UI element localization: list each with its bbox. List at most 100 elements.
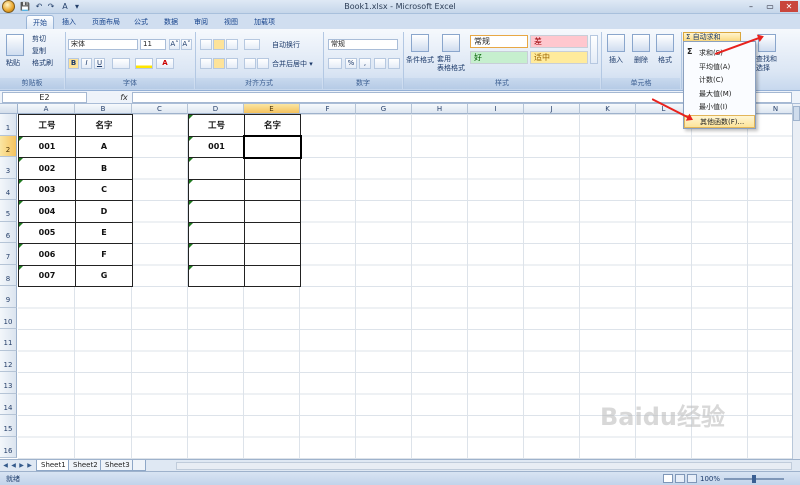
- table-cell[interactable]: 001: [188, 135, 245, 158]
- bold-button[interactable]: B: [68, 58, 79, 69]
- sheet-tab-2[interactable]: Sheet2: [68, 460, 103, 471]
- table-cell[interactable]: G: [75, 264, 133, 287]
- table-cell[interactable]: B: [75, 157, 133, 180]
- orientation-icon[interactable]: [244, 39, 260, 50]
- table-cell[interactable]: 002: [18, 157, 76, 180]
- table-header-cell[interactable]: 工号: [18, 114, 76, 137]
- autosum-menu-item-2[interactable]: 计数(C): [684, 74, 755, 87]
- table-cell[interactable]: 004: [18, 200, 76, 223]
- autosum-menu-item-3[interactable]: 最大值(M): [684, 88, 755, 101]
- number-format-select[interactable]: 常规: [328, 39, 398, 50]
- format-table-icon[interactable]: [442, 34, 460, 52]
- minimize-button[interactable]: –: [742, 1, 760, 12]
- table-header-cell[interactable]: 工号: [188, 114, 245, 137]
- align-left-icon[interactable]: [200, 58, 212, 69]
- tab-home[interactable]: 开始: [26, 15, 54, 29]
- align-bottom-icon[interactable]: [226, 39, 238, 50]
- column-header-b[interactable]: B: [75, 104, 132, 114]
- row-header-8[interactable]: 8: [0, 264, 17, 286]
- table-cell[interactable]: C: [75, 178, 133, 201]
- autosum-menu-item-0[interactable]: 求和(S): [684, 47, 755, 60]
- copy-button[interactable]: 复制: [32, 46, 46, 56]
- row-header-14[interactable]: 14: [0, 393, 17, 415]
- table-cell[interactable]: F: [75, 243, 133, 266]
- select-all-button[interactable]: [0, 104, 18, 114]
- delete-cells-button[interactable]: 删除: [634, 55, 648, 65]
- sheet-tab-1[interactable]: Sheet1: [36, 460, 71, 471]
- page-layout-view-icon[interactable]: [675, 474, 685, 483]
- row-header-5[interactable]: 5: [0, 200, 17, 222]
- tab-view[interactable]: 视图: [218, 15, 244, 29]
- table-header-cell[interactable]: 名字: [75, 114, 133, 137]
- paste-icon[interactable]: [6, 34, 24, 56]
- row-header-7[interactable]: 7: [0, 243, 17, 265]
- row-header-10[interactable]: 10: [0, 307, 17, 329]
- underline-button[interactable]: U: [94, 58, 105, 69]
- format-cells-button[interactable]: 格式: [658, 55, 672, 65]
- align-top-icon[interactable]: [200, 39, 212, 50]
- name-box[interactable]: E2: [2, 92, 87, 103]
- font-name-select[interactable]: 宋体: [68, 39, 138, 50]
- decrease-decimal-icon[interactable]: [388, 58, 400, 69]
- close-button[interactable]: ✕: [780, 1, 798, 12]
- align-center-icon[interactable]: [213, 58, 225, 69]
- table-cell[interactable]: [244, 264, 301, 287]
- comma-button[interactable]: ,: [359, 58, 371, 69]
- table-cell[interactable]: [188, 264, 245, 287]
- increase-indent-icon[interactable]: [257, 58, 269, 69]
- table-cell[interactable]: [188, 243, 245, 266]
- table-cell[interactable]: D: [75, 200, 133, 223]
- row-header-15[interactable]: 15: [0, 415, 17, 437]
- autosum-menu-item-1[interactable]: 平均值(A): [684, 61, 755, 74]
- row-header-12[interactable]: 12: [0, 350, 17, 372]
- italic-button[interactable]: I: [81, 58, 92, 69]
- column-header-j[interactable]: J: [524, 104, 580, 114]
- tab-page-layout[interactable]: 页面布局: [86, 15, 126, 29]
- column-header-g[interactable]: G: [356, 104, 412, 114]
- table-cell[interactable]: E: [75, 221, 133, 244]
- format-painter-button[interactable]: 格式刷: [32, 58, 53, 68]
- row-header-9[interactable]: 9: [0, 286, 17, 308]
- insert-function-button[interactable]: fx: [118, 92, 130, 103]
- style-good[interactable]: 好: [470, 51, 528, 64]
- style-bad[interactable]: 差: [530, 35, 588, 48]
- tab-formulas[interactable]: 公式: [128, 15, 154, 29]
- column-header-d[interactable]: D: [188, 104, 244, 114]
- normal-view-icon[interactable]: [663, 474, 673, 483]
- row-header-4[interactable]: 4: [0, 178, 17, 200]
- align-right-icon[interactable]: [226, 58, 238, 69]
- zoom-level[interactable]: 100%: [700, 475, 720, 483]
- autosum-menu-item-4[interactable]: 最小值(I): [684, 101, 755, 114]
- table-cell[interactable]: [188, 178, 245, 201]
- row-header-16[interactable]: 16: [0, 436, 17, 458]
- column-header-k[interactable]: K: [580, 104, 636, 114]
- tab-data[interactable]: 数据: [158, 15, 184, 29]
- column-header-f[interactable]: F: [300, 104, 356, 114]
- insert-cells-button[interactable]: 插入: [609, 55, 623, 65]
- prev-sheet-icon[interactable]: ◀: [10, 461, 17, 470]
- currency-icon[interactable]: [328, 58, 342, 69]
- font-color-button[interactable]: A: [156, 58, 174, 69]
- table-cell[interactable]: [244, 221, 301, 244]
- table-cell[interactable]: 005: [18, 221, 76, 244]
- cut-button[interactable]: 剪切: [32, 34, 46, 44]
- percent-button[interactable]: %: [345, 58, 357, 69]
- table-header-cell[interactable]: 名字: [244, 114, 301, 137]
- page-break-view-icon[interactable]: [687, 474, 697, 483]
- format-table-button[interactable]: 套用 表格格式: [437, 55, 465, 73]
- row-header-13[interactable]: 13: [0, 372, 17, 394]
- delete-cells-icon[interactable]: [632, 34, 650, 52]
- tab-review[interactable]: 审阅: [188, 15, 214, 29]
- row-header-2[interactable]: 2: [0, 135, 17, 157]
- table-cell[interactable]: [188, 221, 245, 244]
- table-cell[interactable]: [188, 200, 245, 223]
- table-cell[interactable]: 007: [18, 264, 76, 287]
- fill-color-icon[interactable]: [135, 58, 153, 69]
- row-header-6[interactable]: 6: [0, 221, 17, 243]
- find-select-button[interactable]: 查找和 选择: [756, 55, 777, 73]
- next-sheet-icon[interactable]: ▶: [18, 461, 25, 470]
- format-cells-icon[interactable]: [656, 34, 674, 52]
- zoom-slider-handle[interactable]: [752, 475, 756, 483]
- table-cell[interactable]: [244, 157, 301, 180]
- row-header-3[interactable]: 3: [0, 157, 17, 179]
